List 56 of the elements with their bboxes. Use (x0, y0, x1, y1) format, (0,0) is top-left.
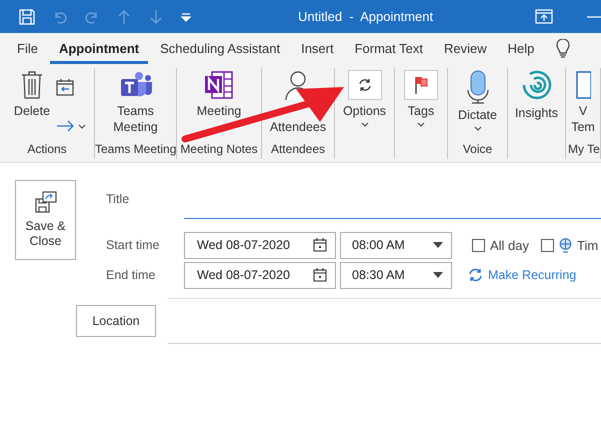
forward-arrow-icon[interactable] (56, 120, 86, 132)
ribbon-button[interactable]: Options (335, 68, 394, 142)
ribbon-button[interactable]: Tags (395, 68, 447, 142)
ribbon-button[interactable]: Insights (508, 68, 565, 142)
ribbon-tab[interactable]: Insert (292, 34, 343, 64)
location-button[interactable]: Location (76, 305, 156, 337)
date-field[interactable]: Wed 08-07-2020 (184, 232, 336, 258)
group-label: Voice (462, 142, 494, 158)
save-close-icon (34, 191, 56, 213)
template-icon (575, 70, 591, 100)
time-label: End time (105, 268, 156, 282)
ribbon-display-icon[interactable] (535, 8, 553, 24)
ribbon-tab[interactable]: Review (434, 34, 496, 64)
ribbon-button[interactable]: V Tem (566, 68, 600, 142)
flag-icon (414, 76, 428, 94)
save-icon[interactable] (18, 8, 36, 26)
date-field[interactable]: Wed 08-07-2020 (184, 262, 336, 288)
caret-icon (360, 122, 368, 127)
all-day-checkbox[interactable]: All day (472, 238, 530, 252)
calendar-icon[interactable] (313, 238, 327, 252)
ribbon-button[interactable]: Teams Meeting (104, 68, 168, 142)
trash-icon (21, 70, 43, 100)
ribbon-tab[interactable]: Scheduling Assistant (151, 34, 290, 64)
ribbon-button[interactable]: Delete (8, 68, 56, 142)
insights-icon (522, 70, 552, 102)
minimize-icon[interactable] (587, 14, 601, 18)
ribbon-button[interactable]: Dictate (448, 68, 507, 142)
recurring-icon (468, 268, 483, 282)
title-label: Title (105, 192, 130, 206)
ribbon-tab[interactable]: Format Text (346, 34, 432, 64)
group-label: Actions (26, 142, 68, 158)
group-label: Attendees (270, 142, 326, 158)
window-title: Untitled - Appointment (298, 9, 434, 24)
microphone-icon (466, 70, 488, 104)
lightbulb-icon[interactable] (556, 39, 570, 59)
customize-caret-icon[interactable] (180, 12, 192, 22)
group-label: Teams Meeting (95, 142, 176, 158)
ribbon-tab[interactable]: Help (498, 34, 544, 64)
time-dropdown[interactable]: 08:30 AM (340, 262, 452, 288)
caret-icon (474, 126, 482, 131)
caret-icon (417, 122, 425, 127)
ribbon-tab[interactable]: File (8, 34, 47, 64)
time-label: Start time (105, 238, 160, 252)
ribbon-button[interactable]: Meeting (187, 68, 251, 142)
dropdown-arrow-icon (433, 242, 443, 248)
group-label: My Te (567, 142, 600, 158)
dropdown-arrow-icon (433, 272, 443, 278)
group-label: Meeting Notes (179, 142, 259, 158)
refresh-icon (358, 78, 372, 92)
time-dropdown[interactable]: 08:00 AM (340, 232, 452, 258)
save-close-button[interactable]: Save & Close (15, 180, 76, 260)
notebook-icon (202, 70, 236, 100)
time-zones-checkbox[interactable]: Tim (541, 238, 598, 252)
make-recurring-link[interactable]: Make Recurring (468, 268, 576, 282)
calendar-icon[interactable] (313, 268, 327, 282)
globe-icon (559, 238, 572, 252)
